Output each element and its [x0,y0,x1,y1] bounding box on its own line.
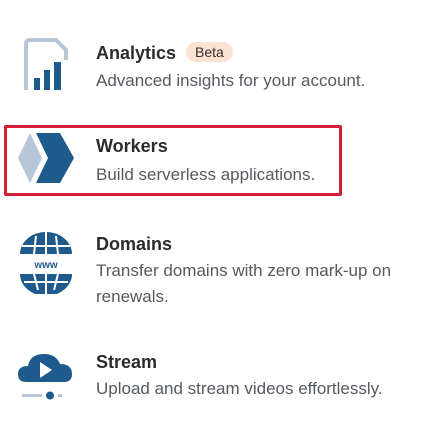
product-item-analytics[interactable]: Analytics Beta Advanced insights for your… [0,30,425,100]
product-desc-analytics: Advanced insights for your account. [96,71,366,90]
product-desc-domains: Transfer domains with zero mark-up on re… [96,261,392,306]
stream-icon [16,348,76,409]
product-item-domains[interactable]: www Domains Transfer domains with zero m… [0,228,425,318]
www-label: www [33,260,58,271]
domains-icon: www [16,232,76,299]
selection-highlight [4,125,342,196]
product-title-stream: Stream [96,352,158,372]
product-item-stream[interactable]: Stream Upload and stream videos effortle… [0,346,425,416]
product-title-domains: Domains [96,234,173,254]
analytics-icon [22,38,74,97]
product-title-analytics: Analytics Beta [96,42,233,64]
beta-badge: Beta [186,42,233,62]
product-desc-stream: Upload and stream videos effortlessly. [96,379,383,398]
